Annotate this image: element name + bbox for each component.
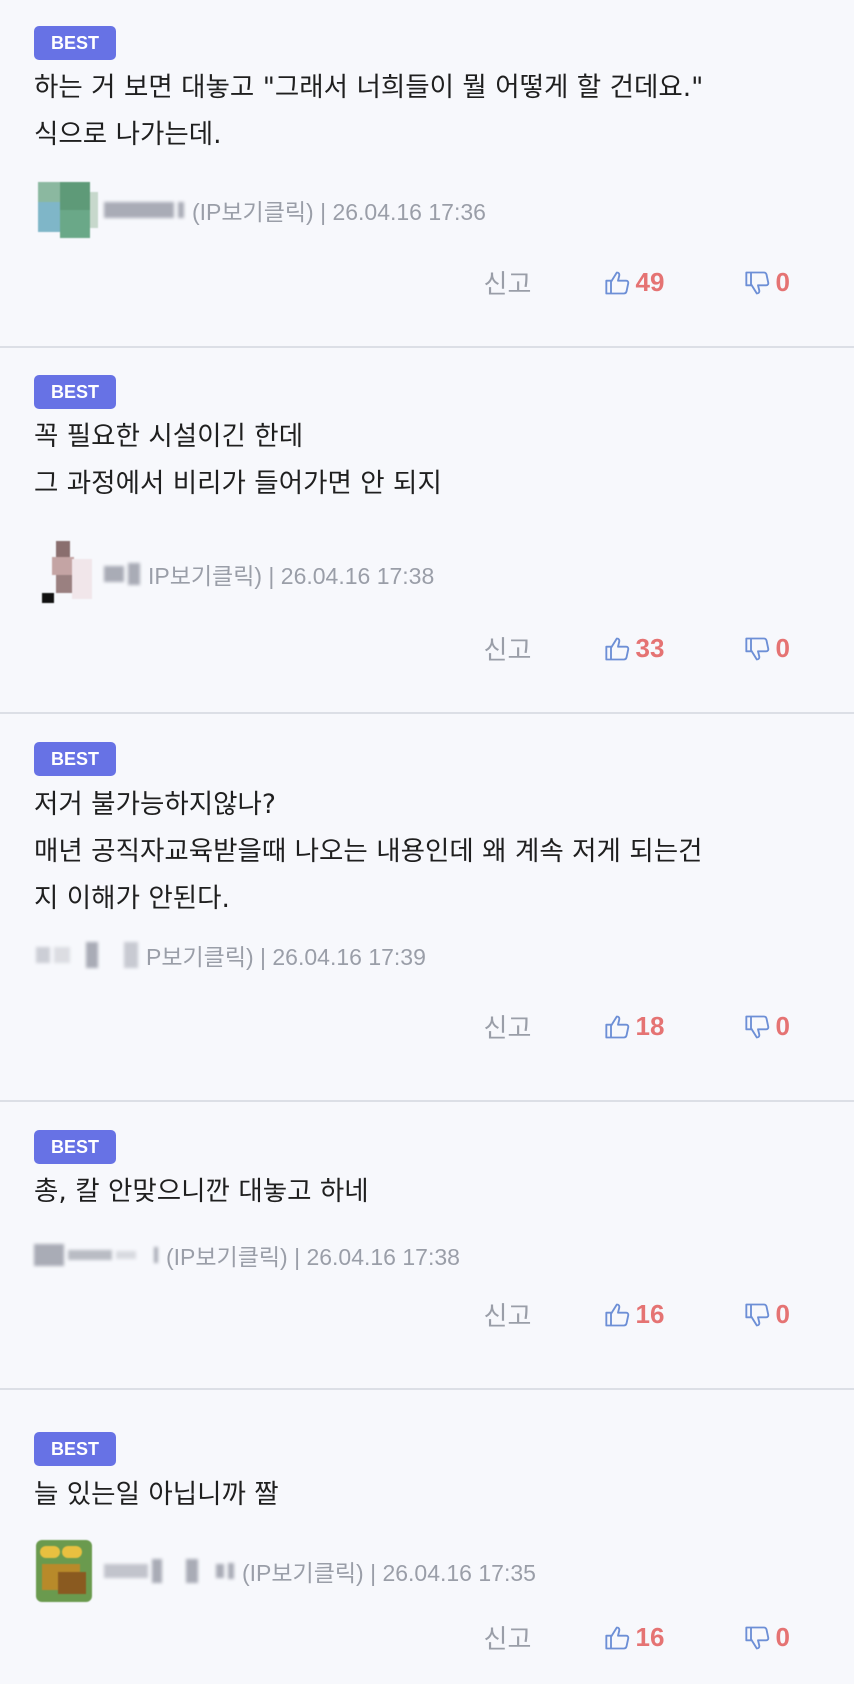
dislike-count: 0	[775, 633, 790, 663]
avatar[interactable]	[28, 1536, 92, 1606]
avatar[interactable]	[28, 180, 98, 240]
like-count: 49	[635, 267, 665, 297]
like-button[interactable]: 16	[604, 1299, 744, 1330]
thumbs-up-icon	[604, 1015, 629, 1038]
comment-meta: (IP보기클릭) | 26.04.16 17:38	[28, 1229, 460, 1281]
comment-actions: 신고 18 0	[484, 1008, 790, 1045]
like-button[interactable]: 49	[604, 267, 744, 298]
comment-text: 늘 있는일 아닙니까 짤	[34, 1471, 834, 1518]
report-button[interactable]: 신고	[484, 1619, 604, 1656]
ip-date-text: (IP보기클릭) | 26.04.16 17:36	[192, 199, 486, 225]
like-button[interactable]: 18	[604, 1011, 744, 1042]
comment-line: 매년 공직자교육받을때 나오는 내용인데 왜 계속 저게 되는건	[34, 836, 703, 867]
report-button[interactable]: 신고	[484, 1296, 604, 1333]
dislike-button[interactable]: 0	[744, 1622, 790, 1653]
avatar[interactable]	[28, 539, 92, 609]
like-count: 33	[635, 633, 665, 663]
comment-item: BEST 저거 불가능하지않나? 매년 공직자교육받을때 나오는 내용인데 왜 …	[0, 714, 854, 1102]
comment-text: 꼭 필요한 시설이긴 한데 그 과정에서 비리가 들어가면 안 되지	[34, 413, 834, 507]
thumbs-down-icon	[744, 271, 769, 294]
thumbs-down-icon	[744, 637, 769, 660]
username-blurred[interactable]	[104, 202, 184, 218]
comment-line: 저거 불가능하지않나?	[34, 789, 276, 820]
best-badge: BEST	[34, 1130, 117, 1164]
dislike-button[interactable]: 0	[744, 1299, 790, 1330]
comment-actions: 신고 49 0	[484, 264, 790, 301]
dislike-button[interactable]: 0	[744, 267, 790, 298]
dislike-button[interactable]: 0	[744, 633, 790, 664]
comment-item: BEST 하는 거 보면 대놓고 "그래서 너희들이 뭘 어떻게 할 건데요."…	[0, 0, 854, 348]
comment-meta: IP보기클릭) | 26.04.16 17:38	[28, 541, 435, 604]
comment-line: 늘 있는일 아닙니까 짤	[34, 1479, 279, 1510]
like-count: 16	[635, 1622, 665, 1652]
thumbs-up-icon	[604, 637, 629, 660]
ip-date-text: (IP보기클릭) | 26.04.16 17:38	[166, 1244, 460, 1270]
comment-item: BEST 꼭 필요한 시설이긴 한데 그 과정에서 비리가 들어가면 안 되지 …	[0, 348, 854, 714]
ip-date-text: IP보기클릭) | 26.04.16 17:38	[148, 563, 435, 589]
best-badge: BEST	[34, 742, 117, 776]
username-blurred[interactable]	[36, 942, 138, 968]
report-button[interactable]: 신고	[484, 264, 604, 301]
comment-text: 저거 불가능하지않나? 매년 공직자교육받을때 나오는 내용인데 왜 계속 저게…	[34, 781, 834, 922]
like-button[interactable]: 33	[604, 633, 744, 664]
comment-meta: P보기클릭) | 26.04.16 17:39	[28, 929, 426, 981]
report-button[interactable]: 신고	[484, 630, 604, 667]
dislike-count: 0	[775, 1011, 790, 1041]
comment-line: 꼭 필요한 시설이긴 한데	[34, 421, 304, 452]
comment-item: BEST 늘 있는일 아닙니까 짤 (IP보기클릭) | 26.04.16 17…	[0, 1390, 854, 1684]
comment-line: 총, 칼 안맞으니깐 대놓고 하네	[34, 1176, 369, 1207]
dislike-button[interactable]: 0	[744, 1011, 790, 1042]
username-blurred[interactable]	[104, 1559, 234, 1583]
like-count: 16	[635, 1299, 665, 1329]
report-button[interactable]: 신고	[484, 1008, 604, 1045]
comment-meta: (IP보기클릭) | 26.04.16 17:36	[28, 180, 486, 240]
comment-line: 그 과정에서 비리가 들어가면 안 되지	[34, 468, 442, 499]
comment-item: BEST 총, 칼 안맞으니깐 대놓고 하네 (IP보기클릭) | 26.04.…	[0, 1102, 854, 1390]
comment-meta: (IP보기클릭) | 26.04.16 17:35	[28, 1536, 536, 1606]
ip-date-text: P보기클릭) | 26.04.16 17:39	[146, 944, 426, 970]
comment-text: 총, 칼 안맞으니깐 대놓고 하네	[34, 1168, 834, 1215]
thumbs-up-icon	[604, 271, 629, 294]
thumbs-up-icon	[604, 1303, 629, 1326]
dislike-count: 0	[775, 1622, 790, 1652]
comment-line: 식으로 나가는데.	[34, 119, 222, 150]
thumbs-down-icon	[744, 1626, 769, 1649]
like-button[interactable]: 16	[604, 1622, 744, 1653]
best-badge: BEST	[34, 375, 117, 409]
comment-line: 지 이해가 안된다.	[34, 883, 230, 914]
comment-actions: 신고 16 0	[484, 1296, 790, 1333]
best-badge: BEST	[34, 26, 117, 60]
dislike-count: 0	[775, 267, 790, 297]
comment-line: 하는 거 보면 대놓고 "그래서 너희들이 뭘 어떻게 할 건데요."	[34, 72, 704, 103]
username-blurred[interactable]	[104, 563, 140, 585]
comment-text: 하는 거 보면 대놓고 "그래서 너희들이 뭘 어떻게 할 건데요." 식으로 …	[34, 64, 834, 158]
thumbs-up-icon	[604, 1626, 629, 1649]
username-blurred[interactable]	[34, 1244, 158, 1266]
comment-actions: 신고 33 0	[484, 630, 790, 667]
best-badge: BEST	[34, 1432, 117, 1466]
comment-actions: 신고 16 0	[484, 1619, 790, 1656]
dislike-count: 0	[775, 1299, 790, 1329]
thumbs-down-icon	[744, 1015, 769, 1038]
thumbs-down-icon	[744, 1303, 769, 1326]
like-count: 18	[635, 1011, 665, 1041]
ip-date-text: (IP보기클릭) | 26.04.16 17:35	[242, 1560, 536, 1586]
